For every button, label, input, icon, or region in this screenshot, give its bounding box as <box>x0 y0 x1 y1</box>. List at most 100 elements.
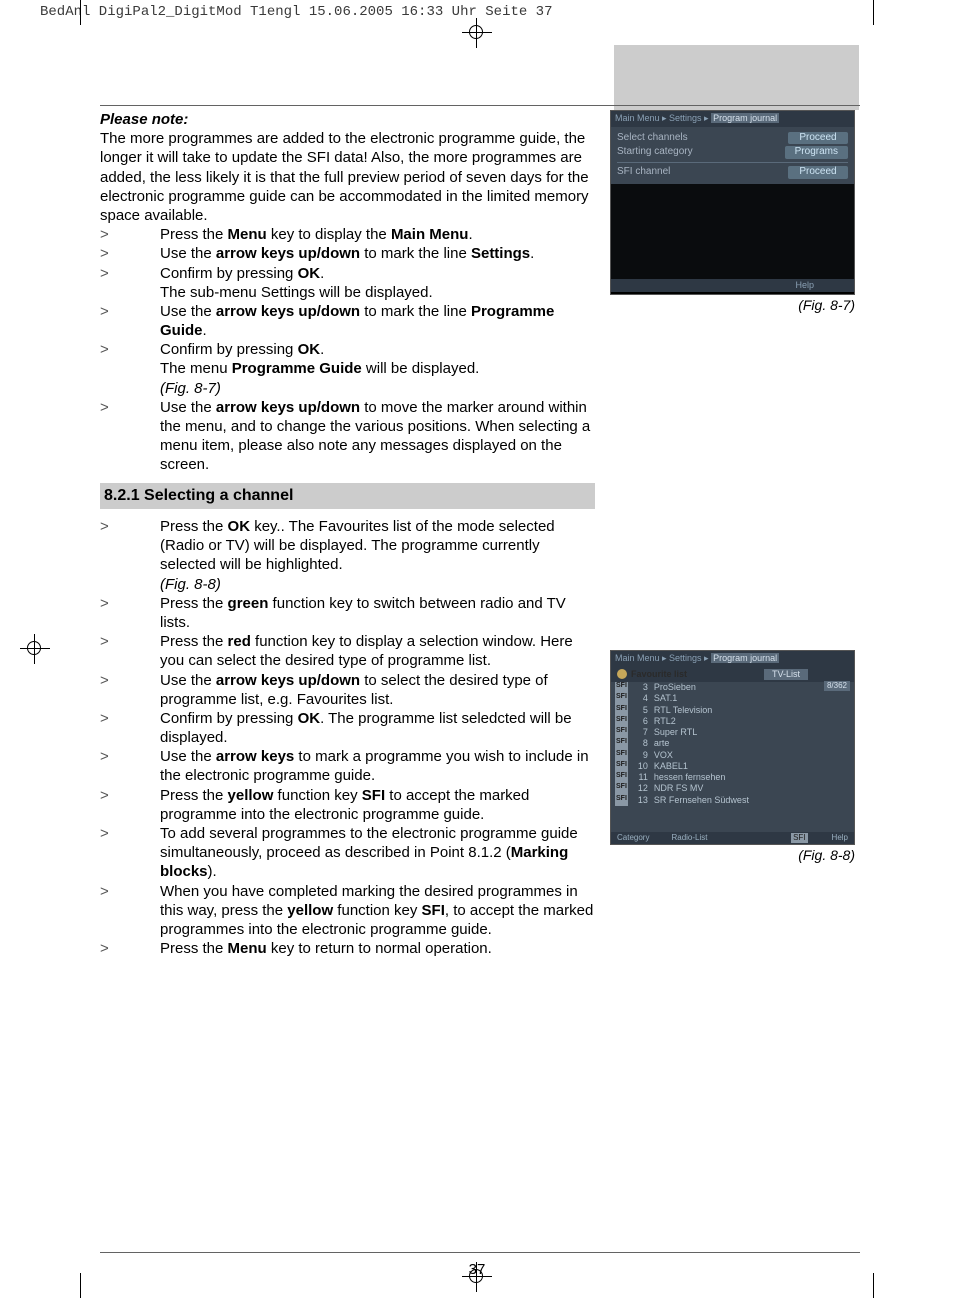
instruction-step: >Press the red function key to display a… <box>100 632 595 670</box>
horizontal-rule <box>100 1252 860 1253</box>
empty-area <box>611 184 854 279</box>
crop-mark <box>873 0 874 25</box>
note-heading: Please note: <box>100 110 595 129</box>
channel-row: SFI12NDR FS MV <box>615 783 850 794</box>
channel-number: 6 <box>634 716 648 727</box>
horizontal-rule <box>100 105 860 106</box>
foot-category: Category <box>617 833 649 843</box>
step-body: When you have completed marking the desi… <box>160 882 595 940</box>
steps-list-a: >Press the Menu key to display the Main … <box>100 225 595 474</box>
instruction-step: >When you have completed marking the des… <box>100 882 595 940</box>
channel-name: SR Fernsehen Südwest <box>654 795 749 806</box>
channel-count: 8/362 <box>824 681 850 691</box>
step-marker: > <box>100 632 160 670</box>
instruction-step: >Use the arrow keys up/down to mark the … <box>100 302 595 340</box>
globe-icon <box>617 669 627 679</box>
step-body: Press the Menu key to return to normal o… <box>160 939 595 958</box>
sfi-tag: SFI <box>615 705 628 716</box>
step-body: Use the arrow keys to mark a programme y… <box>160 747 595 785</box>
channel-row: SFI6RTL2 <box>615 716 850 727</box>
figure-caption: (Fig. 8-7) <box>610 297 855 315</box>
menu-button: Programs <box>785 146 848 159</box>
page-tab-shade <box>614 45 859 110</box>
menu-label: Starting category <box>617 146 693 159</box>
crop-mark <box>80 1273 81 1298</box>
channel-row: SFI9VOX <box>615 750 850 761</box>
figure-footer: Help <box>611 279 854 293</box>
registration-mark-icon <box>20 634 50 664</box>
step-body: Use the arrow keys up/down to move the m… <box>160 398 595 475</box>
step-marker: > <box>100 882 160 940</box>
step-marker: > <box>100 264 160 302</box>
figure-8-8: Main Menu ▸ Settings ▸ Program journal F… <box>610 650 855 865</box>
menu-body: Select channels Proceed Starting categor… <box>611 127 854 184</box>
sfi-tag: SFI <box>615 750 628 761</box>
step-marker: > <box>100 225 160 244</box>
crop-mark <box>80 0 81 25</box>
channel-row: SFI10KABEL1 <box>615 761 850 772</box>
step-body: To add several programmes to the electro… <box>160 824 595 882</box>
foot-radio-list: Radio-List <box>671 833 707 843</box>
channel-number: 3 <box>634 682 648 693</box>
screenshot-frame: Main Menu ▸ Settings ▸ Program journal F… <box>610 650 855 845</box>
channel-number: 4 <box>634 693 648 704</box>
sfi-tag: SFI <box>615 693 628 704</box>
channel-number: 9 <box>634 750 648 761</box>
step-body: Confirm by pressing OK. The programme li… <box>160 709 595 747</box>
step-body: Use the arrow keys up/down to mark the l… <box>160 302 595 340</box>
page-number: 37 <box>469 1261 486 1278</box>
sfi-tag: SFI <box>615 682 628 693</box>
foot-help: Help <box>832 833 848 843</box>
step-body: Press the yellow function key SFI to acc… <box>160 786 595 824</box>
channel-number: 7 <box>634 727 648 738</box>
favourite-bar: Favourite list TV-List <box>611 667 854 683</box>
instruction-step: >Use the arrow keys to mark a programme … <box>100 747 595 785</box>
sfi-tag: SFI <box>615 738 628 749</box>
step-marker: > <box>100 302 160 340</box>
channel-name: SAT.1 <box>654 693 677 704</box>
step-body: Press the OK key.. The Favourites list o… <box>160 517 595 594</box>
step-marker: > <box>100 824 160 882</box>
figure-8-7: Main Menu ▸ Settings ▸ Program journal S… <box>610 110 855 315</box>
instruction-step: >Use the arrow keys up/down to move the … <box>100 398 595 475</box>
step-body: Use the arrow keys up/down to mark the l… <box>160 244 595 263</box>
page-content: Main Menu ▸ Settings ▸ Program journal S… <box>100 105 860 958</box>
channel-row: SFI8arte <box>615 738 850 749</box>
channel-name: Super RTL <box>654 727 697 738</box>
sfi-tag: SFI <box>615 716 628 727</box>
channel-row: SFI 4 SAT.1 <box>615 693 850 704</box>
step-marker: > <box>100 244 160 263</box>
breadcrumb: Main Menu ▸ Settings ▸ Program journal <box>611 651 854 667</box>
channel-number: 5 <box>634 705 648 716</box>
sfi-tag: SFI <box>615 783 628 794</box>
step-body: Confirm by pressing OK.The sub-menu Sett… <box>160 264 595 302</box>
channel-number: 12 <box>634 783 648 794</box>
instruction-step: >Press the Menu key to display the Main … <box>100 225 595 244</box>
tv-list-label: TV-List <box>764 669 808 681</box>
step-marker: > <box>100 939 160 958</box>
instruction-step: >Confirm by pressing OK.The menu Program… <box>100 340 595 398</box>
step-body: Press the red function key to display a … <box>160 632 595 670</box>
step-marker: > <box>100 671 160 709</box>
step-body: Press the Menu key to display the Main M… <box>160 225 595 244</box>
channel-row: SFI13SR Fernsehen Südwest <box>615 795 850 806</box>
steps-list-b: >Press the OK key.. The Favourites list … <box>100 517 595 958</box>
channel-row: SFI11hessen fernsehen <box>615 772 850 783</box>
registration-mark-icon <box>462 18 492 48</box>
instruction-step: >Press the yellow function key SFI to ac… <box>100 786 595 824</box>
figure-footer: Category Radio-List SFI Help <box>611 832 854 844</box>
step-marker: > <box>100 709 160 747</box>
channel-name: arte <box>654 738 670 749</box>
breadcrumb: Main Menu ▸ Settings ▸ Program journal <box>611 111 854 127</box>
channel-name: KABEL1 <box>654 761 688 772</box>
separator <box>617 162 848 163</box>
menu-row: Starting category Programs <box>617 145 848 160</box>
sfi-tag: SFI <box>615 795 628 806</box>
channel-name: RTL Television <box>654 705 712 716</box>
breadcrumb-current: Program journal <box>711 653 779 663</box>
step-body: Confirm by pressing OK.The menu Programm… <box>160 340 595 398</box>
crop-mark <box>873 1273 874 1298</box>
step-marker: > <box>100 747 160 785</box>
instruction-step: >Press the green function key to switch … <box>100 594 595 632</box>
menu-label: SFI channel <box>617 166 670 179</box>
